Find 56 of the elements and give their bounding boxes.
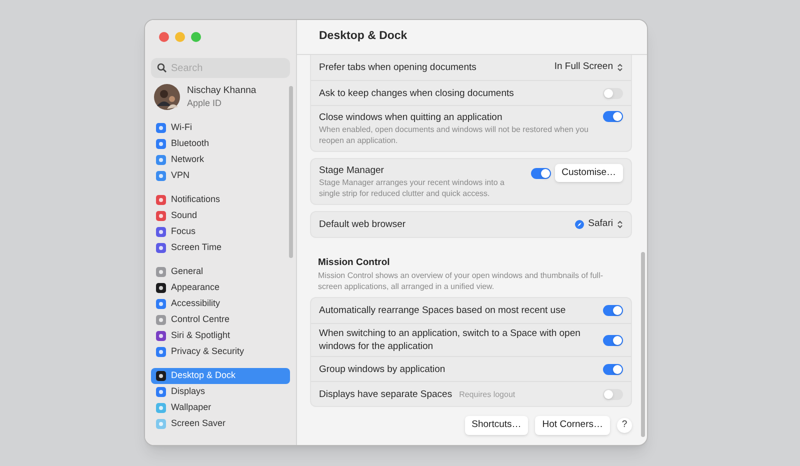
setting-description: Stage Manager arranges your recent windows into a single strip for reduced clutter and quick access. [319,177,506,199]
setting-label: Prefer tabs when opening documents [319,61,476,74]
toggle-switch[interactable] [603,111,623,122]
toggle-switch[interactable] [603,388,623,400]
setting-label: Close windows when quitting an application [319,111,502,124]
footer-button[interactable]: Hot Corners… [535,416,610,434]
stepper-chevron-icon [617,220,623,229]
minimize-window-button[interactable] [175,32,185,42]
footer-button[interactable]: Shortcuts… [464,416,528,434]
sidebar-item[interactable]: General [151,264,290,280]
scrollbar[interactable] [289,86,293,258]
toggle-switch[interactable] [530,168,551,179]
toggle-switch[interactable] [603,364,623,375]
account-subtitle: Apple ID [187,97,223,109]
sidebar-item[interactable]: Network [151,152,290,168]
scrollbar[interactable] [641,252,645,437]
popup-menu[interactable]: In Full Screen [554,60,623,75]
sidebar-item[interactable]: VPN [151,168,290,184]
sidebar-item[interactable]: Privacy & Security [151,344,290,360]
setting-label: Group windows by application [319,362,446,376]
sidebar-item[interactable]: Focus [151,224,290,240]
sidebar-item[interactable]: Sound [151,208,290,224]
setting-label: Automatically rearrange Spaces based on most recent use [319,304,566,318]
sidebar-item[interactable]: Screen Time [151,240,290,256]
sidebar-item[interactable]: Siri & Spotlight [151,328,290,344]
zoom-window-button[interactable] [191,32,201,42]
section-description: Mission Control shows an overview of your open windows and thumbnails of full-screen applications, all arranged in a unified view. [318,270,604,292]
stepper-chevron-icon [617,63,623,72]
toggle-switch[interactable] [603,88,623,98]
setting-note: Requires logout [459,388,516,401]
sidebar-item[interactable]: Wallpaper [151,400,290,416]
popup-menu[interactable]: Safari [575,217,623,232]
search-icon [157,63,167,73]
sidebar-item[interactable]: Appearance [151,280,290,296]
section-heading: Mission Control [318,256,391,270]
setting-description: When enabled, open documents and windows will not be restored when you reopen an application. [319,124,590,146]
customise-button[interactable]: Customise… [554,164,623,182]
setting-label: When switching to an application, switch to a Space with open windows for the application [319,327,582,354]
toggle-switch[interactable] [603,305,623,316]
setting-label: Displays have separate Spaces [319,388,452,401]
account-name[interactable]: Nischay Khanna [187,85,256,97]
help-button[interactable]: ? [617,418,632,433]
sidebar-item[interactable]: Accessibility [151,296,290,312]
setting-label: Default web browser [319,218,406,231]
sidebar-item[interactable]: Screen Saver [151,416,290,432]
toggle-switch[interactable] [603,334,623,346]
sidebar-item[interactable]: Control Centre [151,312,290,328]
sidebar-item[interactable]: Bluetooth [151,136,290,152]
sidebar-item[interactable]: Displays [151,384,290,400]
window-title: Desktop & Dock [319,29,408,44]
setting-label: Ask to keep changes when closing documents [319,86,514,100]
avatar[interactable] [154,84,180,110]
close-window-button[interactable] [159,32,169,42]
setting-label: Stage Manager [319,164,384,177]
sidebar-item[interactable]: Wi-Fi [151,120,290,136]
sidebar-item[interactable]: Notifications [151,192,290,208]
